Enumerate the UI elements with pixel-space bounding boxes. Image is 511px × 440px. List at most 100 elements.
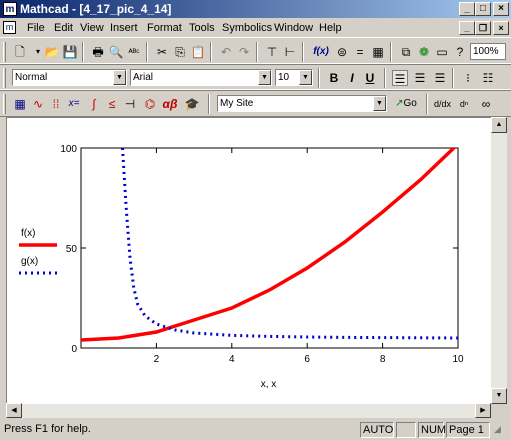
font-combo[interactable]: Arial ▼ (130, 69, 272, 86)
spell-check-icon[interactable]: ᴬᴮᶜ (126, 44, 142, 60)
minimize-button[interactable]: _ (459, 2, 475, 16)
menu-window[interactable]: Window (274, 22, 313, 34)
menu-tools[interactable]: Tools (189, 22, 215, 34)
open-folder-icon[interactable]: 📂 (44, 44, 60, 60)
undo-icon[interactable]: ↶ (218, 44, 234, 60)
close-button[interactable]: × (493, 2, 509, 16)
document-icon[interactable]: m (3, 21, 16, 34)
align-top-icon[interactable]: ⊤ (264, 44, 280, 60)
xy-plot[interactable]: 2 4 6 8 10050100f(x)g(x)x, x (7, 118, 492, 405)
paste-icon[interactable]: 📋 (190, 44, 206, 60)
insert-unit-icon[interactable]: ⊜ (334, 44, 350, 60)
chevron-down-icon[interactable]: ▼ (258, 70, 271, 85)
doc-restore-button[interactable]: ❐ (475, 21, 491, 35)
toolbar-separator (390, 42, 392, 62)
insert-component-icon[interactable]: ▦ (370, 44, 386, 60)
scroll-down-icon[interactable]: ▼ (491, 388, 507, 404)
formatting-toolbar: Normal ▼ Arial ▼ 10 ▼ B I U ☰ ☰ ☰ ⁝ ☷ (0, 63, 511, 91)
status-blank (396, 422, 416, 438)
print-preview-icon[interactable]: 🔍 (108, 44, 124, 60)
new-document-icon[interactable]: 🗋 (12, 44, 28, 60)
y-tick-label: 50 (66, 244, 78, 255)
doc-minimize-button[interactable]: _ (459, 21, 475, 35)
scroll-right-icon[interactable]: ▶ (475, 403, 491, 418)
keyword-toolbar-icon[interactable]: 🎓 (184, 96, 200, 112)
menu-insert[interactable]: Insert (110, 22, 138, 34)
resources-icon[interactable]: ⧉ (398, 44, 414, 60)
matrix-toolbar-icon[interactable]: ⁞⁞ (48, 96, 64, 112)
menu-view[interactable]: View (80, 22, 104, 34)
horizontal-scrollbar[interactable]: ◀ ▶ (6, 403, 491, 418)
menu-file[interactable]: File (27, 22, 45, 34)
font-size-combo[interactable]: 10 ▼ (275, 69, 313, 86)
toolbar-separator (208, 94, 210, 114)
style-value: Normal (15, 72, 48, 83)
menu-format[interactable]: Format (147, 22, 182, 34)
save-icon[interactable]: 💾 (62, 44, 78, 60)
integral-icon[interactable]: ∞ (478, 96, 494, 112)
resize-grip-icon[interactable]: ◢ (494, 424, 501, 435)
title-bar[interactable]: m Mathcad - [4_17_pic_4_14] _ □ × (0, 0, 511, 18)
boolean-toolbar-icon[interactable]: ≤ (104, 96, 120, 112)
status-page: Page 1 (446, 422, 490, 438)
go-button[interactable]: ↗Go (391, 96, 421, 112)
standard-toolbar: 🗋 ▾ 📂 💾 🖶 🔍 ᴬᴮᶜ ✂ ⎘ 📋 ↶ ↷ ⊤ ⊢ f(x) ⊜ = ▦… (0, 37, 511, 65)
toolbar-grip[interactable] (3, 94, 6, 114)
symbolic-toolbar-icon[interactable]: αβ (162, 96, 178, 112)
underline-button[interactable]: U (362, 70, 378, 86)
site-combo[interactable]: My Site ▼ (217, 95, 387, 112)
calculate-icon[interactable]: = (352, 44, 368, 60)
toolbar-separator (384, 68, 386, 88)
scroll-left-icon[interactable]: ◀ (6, 403, 22, 418)
align-left-icon[interactable]: ⊢ (282, 44, 298, 60)
legend-label-0: f(x) (21, 228, 35, 239)
menu-edit[interactable]: Edit (54, 22, 73, 34)
calculus-toolbar-icon[interactable]: ∫ (86, 96, 102, 112)
toolbar-grip[interactable] (3, 42, 6, 62)
copy-icon[interactable]: ⎘ (172, 44, 188, 60)
scroll-up-icon[interactable]: ▲ (491, 117, 507, 133)
programming-toolbar-icon[interactable]: ⊣ (122, 96, 138, 112)
greek-toolbar-icon[interactable]: ⌬ (142, 96, 158, 112)
menu-help[interactable]: Help (319, 22, 342, 34)
toolbar-separator (318, 68, 320, 88)
chevron-down-icon[interactable]: ▼ (299, 70, 312, 85)
align-center-icon[interactable]: ☰ (412, 70, 428, 86)
vertical-scrollbar[interactable]: ▲ ▼ (491, 117, 507, 404)
italic-button[interactable]: I (344, 70, 360, 86)
x-tick-label: 10 (452, 354, 464, 365)
chevron-down-icon[interactable]: ▼ (113, 70, 126, 85)
web-icon[interactable]: ❁ (416, 44, 432, 60)
maximize-button[interactable]: □ (475, 2, 491, 16)
redo-icon[interactable]: ↷ (236, 44, 252, 60)
cut-icon[interactable]: ✂ (154, 44, 170, 60)
bold-button[interactable]: B (326, 70, 342, 86)
x-tick-label: 2 (154, 354, 160, 365)
chevron-down-icon[interactable]: ▼ (373, 96, 386, 111)
window-icon[interactable]: ▭ (434, 44, 450, 60)
evaluation-toolbar-icon[interactable]: x= (66, 96, 82, 112)
zoom-combo[interactable]: 100% (470, 43, 506, 60)
menu-symbolics[interactable]: Symbolics (222, 22, 272, 34)
bullet-list-icon[interactable]: ⁝ (460, 70, 476, 86)
align-left-text-icon[interactable]: ☰ (392, 70, 408, 86)
calculator-toolbar-icon[interactable]: ▦ (12, 96, 28, 112)
mathcad-app-icon[interactable]: m (3, 2, 17, 16)
insert-function-icon[interactable]: f(x) (310, 44, 332, 60)
numbered-list-icon[interactable]: ☷ (480, 70, 496, 86)
graph-toolbar-icon[interactable]: ∿ (30, 96, 46, 112)
align-right-icon[interactable]: ☰ (432, 70, 448, 86)
nth-derivative-icon[interactable]: dⁿ (456, 96, 472, 112)
worksheet[interactable]: 2 4 6 8 10 0 50 100 f(x) g(x) x, x (6, 117, 491, 404)
derivative-icon[interactable]: d/dx (434, 96, 451, 112)
style-combo[interactable]: Normal ▼ (12, 69, 127, 86)
y-tick-label: 100 (60, 144, 77, 155)
print-icon[interactable]: 🖶 (90, 44, 106, 60)
toolbar-separator (210, 42, 212, 62)
toolbar-grip[interactable] (3, 68, 6, 88)
doc-close-button[interactable]: × (493, 21, 509, 35)
toolbar-separator (146, 42, 148, 62)
toolbar-separator (82, 42, 84, 62)
help-icon[interactable]: ? (452, 44, 468, 60)
series-line-0 (81, 148, 457, 342)
